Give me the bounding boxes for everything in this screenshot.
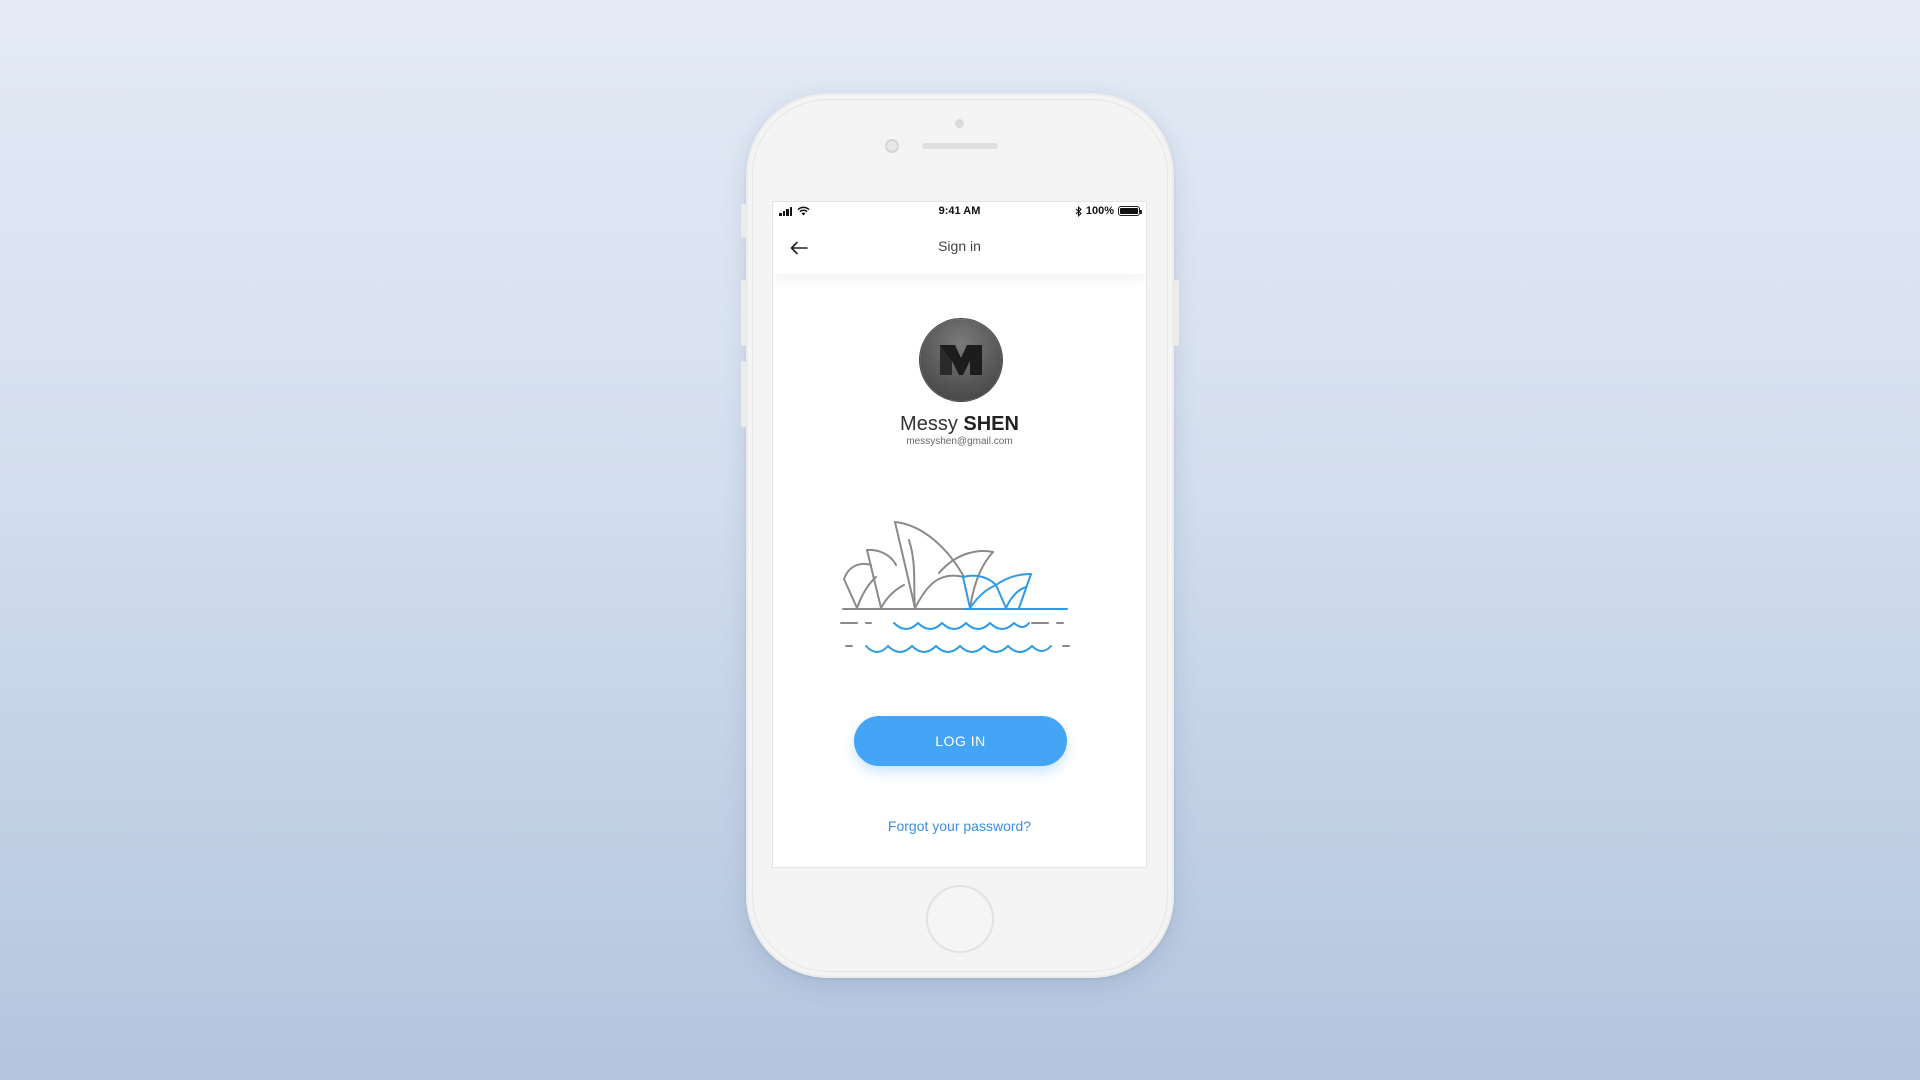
battery-percent: 100% xyxy=(1085,205,1114,217)
sydney-opera-house-illustration xyxy=(840,521,1070,653)
mute-switch xyxy=(741,204,746,238)
user-name: Messy SHEN xyxy=(773,413,1146,436)
status-right: 100% xyxy=(1075,205,1142,217)
m-logo-icon xyxy=(940,345,982,375)
bluetooth-icon xyxy=(1075,205,1082,217)
battery-icon xyxy=(1118,206,1142,216)
proximity-sensor xyxy=(955,119,964,128)
login-button[interactable]: LOG IN xyxy=(854,716,1067,766)
avatar xyxy=(920,319,1002,401)
earpiece-speaker xyxy=(922,143,998,149)
page-title: Sign in xyxy=(938,238,981,254)
navigation-bar: Sign in xyxy=(773,222,1146,274)
user-last-name: SHEN xyxy=(963,413,1019,435)
user-email: messyshen@gmail.com xyxy=(906,436,1013,447)
home-button[interactable] xyxy=(926,885,994,953)
front-camera xyxy=(885,139,899,153)
volume-up-button xyxy=(741,280,746,346)
power-button xyxy=(1174,280,1179,346)
phone-screen: 9:41 AM 100% Sign in Messy SHEN messyshe… xyxy=(772,201,1147,868)
volume-down-button xyxy=(741,361,746,427)
forgot-password-link[interactable]: Forgot your password? xyxy=(773,818,1146,834)
status-bar: 9:41 AM 100% xyxy=(773,202,1146,222)
user-first-name: Messy xyxy=(900,413,958,435)
phone-device: 9:41 AM 100% Sign in Messy SHEN messyshe… xyxy=(741,93,1179,978)
